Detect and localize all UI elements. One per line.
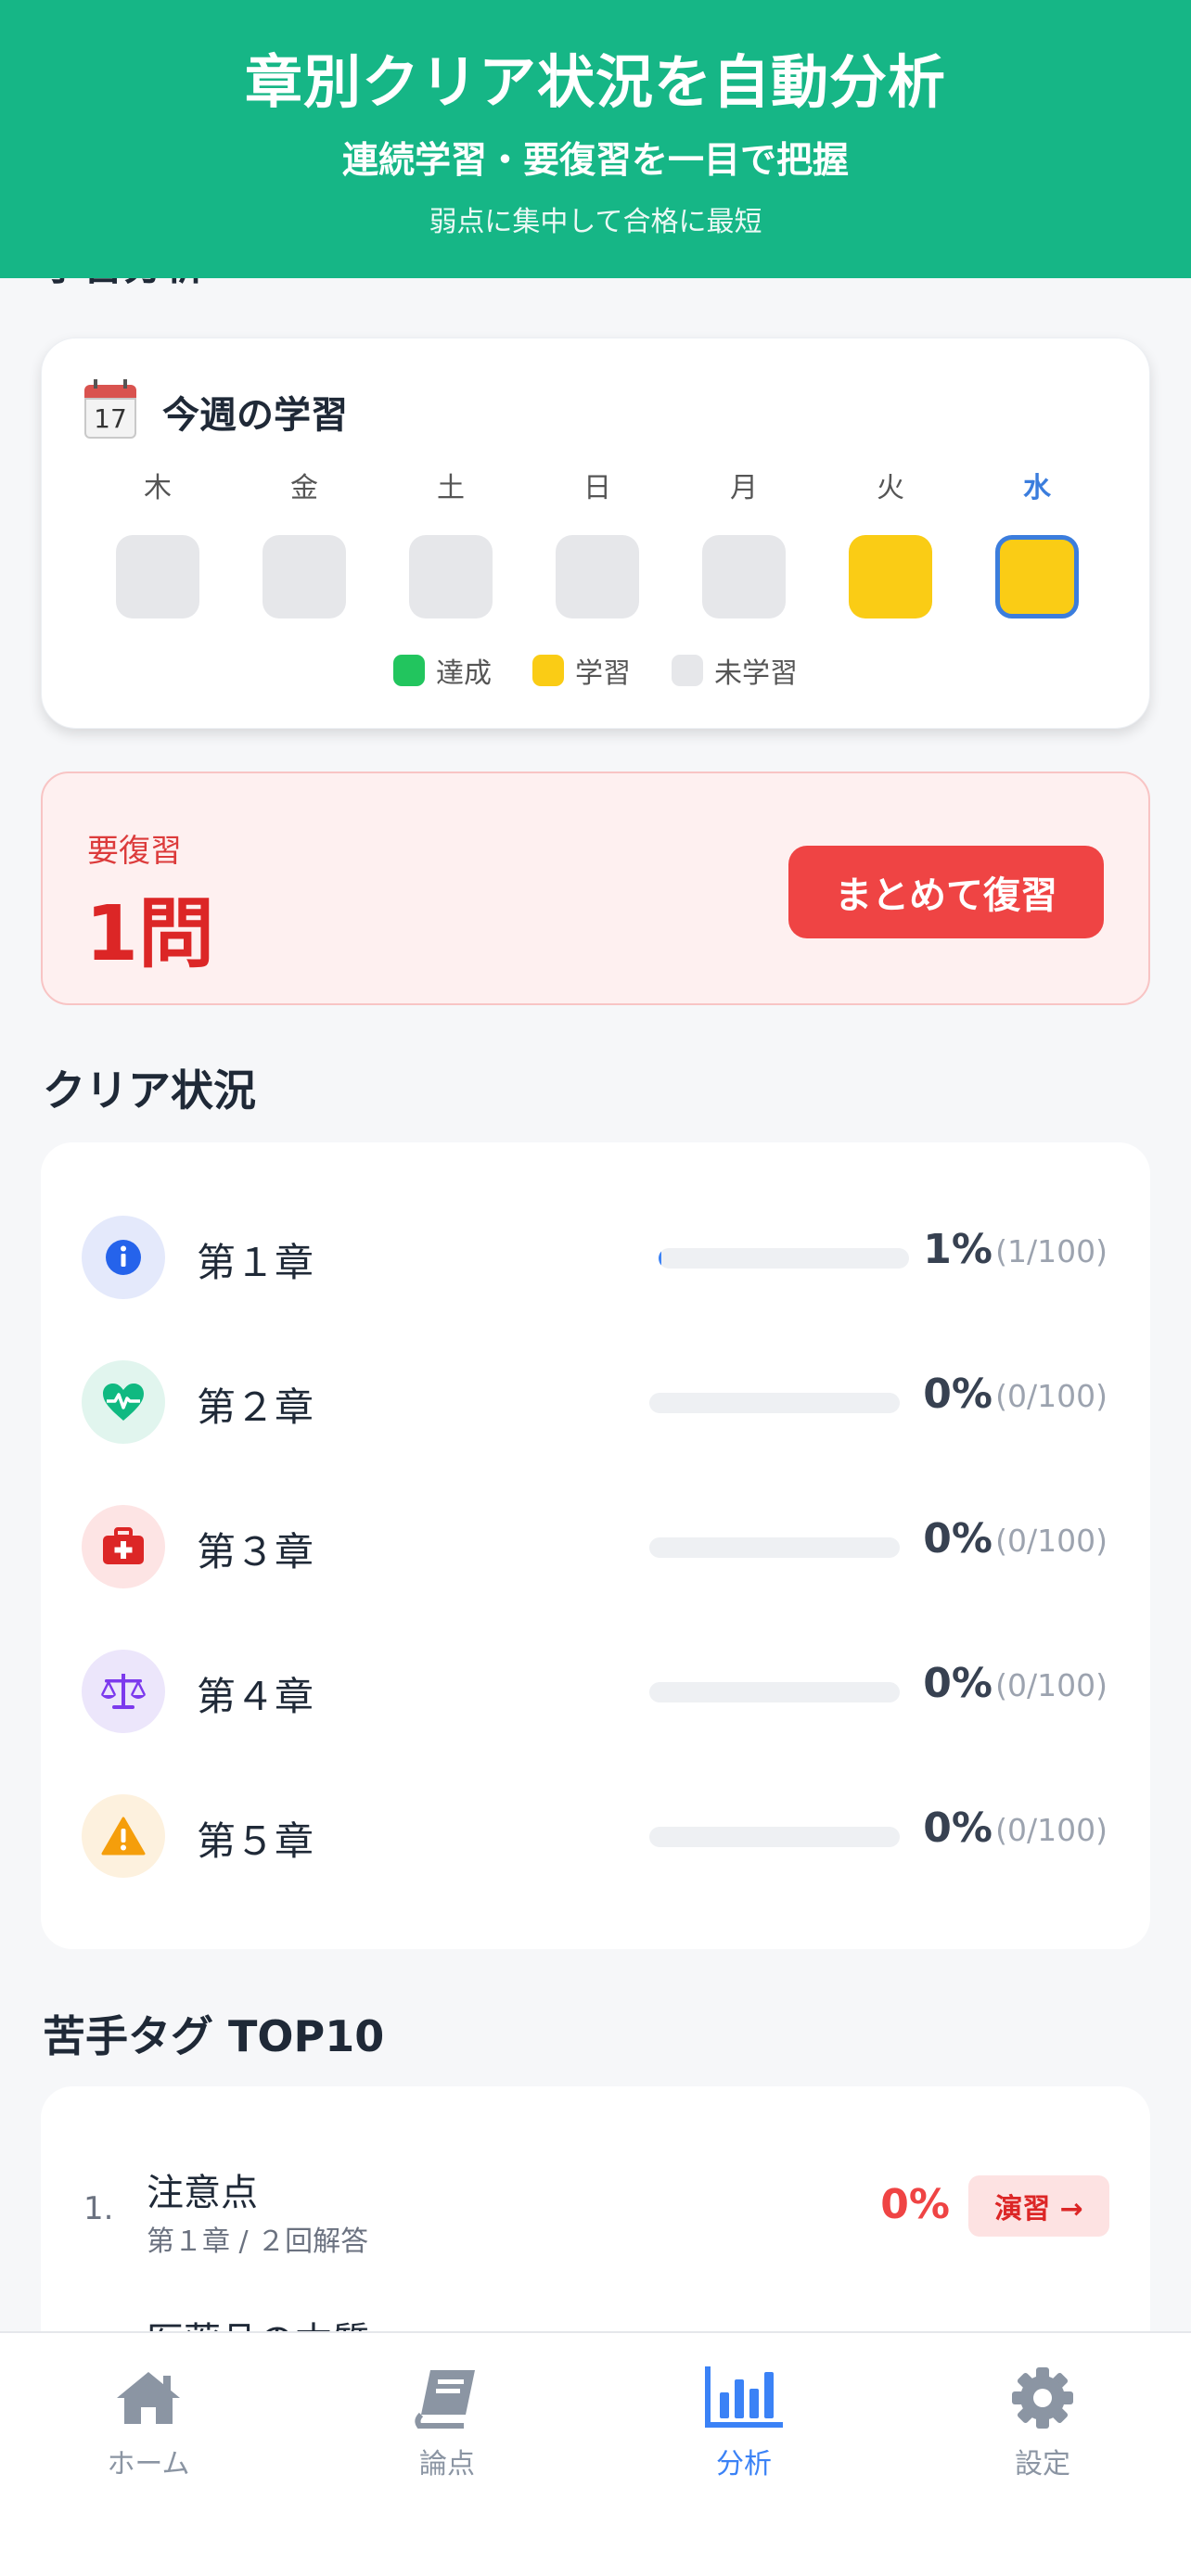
day-status-box	[702, 535, 786, 618]
home-icon	[56, 2361, 241, 2435]
legend-swatch	[393, 655, 425, 686]
review-all-button[interactable]: まとめて復習	[788, 846, 1104, 938]
practice-button[interactable]: 演習 →	[968, 2175, 1109, 2237]
medical-kit-icon	[82, 1505, 165, 1588]
chapter-row-2[interactable]: 第２章 0% (0/100)	[41, 1330, 1150, 1474]
review-count: 1問	[85, 890, 215, 978]
nav-topics[interactable]: 論点	[354, 2361, 540, 2481]
weekly-study-header: 17 今週の学習	[84, 379, 348, 440]
weekly-study-title: 今週の学習	[162, 394, 348, 437]
weak-tags-title: 苦手タグ TOP10	[43, 2011, 385, 2061]
progress-bar	[649, 1393, 900, 1413]
day-status-box	[995, 535, 1079, 618]
legend-label: 達成	[436, 657, 492, 690]
chapter-percent: 0%	[923, 1804, 992, 1852]
legend-label: 未学習	[714, 657, 798, 690]
chapter-name: 第４章	[197, 1674, 314, 1719]
day-label: 日	[583, 472, 611, 504]
legend-studied: 学習	[532, 650, 631, 691]
day-thu[interactable]: 木	[116, 468, 199, 618]
day-fri[interactable]: 金	[263, 468, 346, 618]
chapter-count: (0/100)	[995, 1667, 1108, 1703]
nav-label: 分析	[716, 2448, 772, 2480]
legend-not-studied: 未学習	[672, 650, 798, 691]
chapter-count: (0/100)	[995, 1378, 1108, 1414]
day-status-box	[849, 535, 932, 618]
app-screen: 章別クリア状況を自動分析 連続学習・要復習を一目で把握 弱点に集中して合格に最短…	[0, 0, 1191, 2576]
chapter-row-1[interactable]: 第１章 1% (1/100)	[41, 1185, 1150, 1330]
chapter-percent: 0%	[923, 1515, 992, 1562]
progress-bar	[649, 1682, 900, 1702]
nav-settings[interactable]: 設定	[950, 2361, 1135, 2481]
nav-home[interactable]: ホーム	[56, 2361, 241, 2481]
day-sat[interactable]: 土	[409, 468, 493, 618]
day-label: 水	[1023, 472, 1051, 504]
nav-label: 論点	[419, 2448, 475, 2480]
chapter-name: 第３章	[197, 1529, 314, 1575]
legend-achieved: 達成	[393, 650, 492, 691]
chapter-list: 第１章 1% (1/100) 第２章 0% (0/100) 第３章 0% (0/…	[41, 1142, 1150, 1949]
day-tue[interactable]: 火	[849, 468, 932, 618]
chapter-count: (0/100)	[995, 1523, 1108, 1559]
info-icon	[82, 1216, 165, 1299]
chapter-percent: 1%	[923, 1226, 992, 1273]
heartbeat-icon	[82, 1360, 165, 1444]
day-status-box	[116, 535, 199, 618]
day-status-box	[409, 535, 493, 618]
bottom-navigation: ホーム 論点 分析 設定	[0, 2331, 1191, 2576]
chapter-percent: 0%	[923, 1371, 992, 1418]
legend-swatch	[532, 655, 564, 686]
promo-banner: 章別クリア状況を自動分析 連続学習・要復習を一目で把握 弱点に集中して合格に最短	[0, 0, 1191, 278]
day-label: 土	[437, 472, 465, 504]
chapter-row-3[interactable]: 第３章 0% (0/100)	[41, 1474, 1150, 1619]
tag-name: 注意点	[147, 2172, 258, 2214]
scale-icon	[82, 1650, 165, 1733]
nav-analysis[interactable]: 分析	[651, 2361, 837, 2481]
legend-label: 学習	[575, 657, 631, 690]
chapter-count: (1/100)	[995, 1233, 1108, 1269]
legend-swatch	[672, 655, 703, 686]
banner-title: 章別クリア状況を自動分析	[244, 48, 946, 116]
warning-icon	[82, 1794, 165, 1878]
chapter-percent: 0%	[923, 1660, 992, 1707]
tag-rank: 1.	[83, 2190, 114, 2227]
day-sun[interactable]: 日	[556, 468, 639, 618]
day-label: 火	[877, 472, 904, 504]
chapter-row-4[interactable]: 第４章 0% (0/100)	[41, 1619, 1150, 1764]
banner-tagline: 弱点に集中して合格に最短	[429, 206, 762, 238]
week-legend: 達成 学習 未学習	[42, 650, 1149, 691]
day-wed-today[interactable]: 水	[995, 468, 1079, 618]
day-label: 木	[144, 472, 172, 504]
weak-tag-row-1[interactable]: 1. 注意点 第１章 / ２回解答 0% 演習 →	[41, 2133, 1150, 2272]
progress-bar	[649, 1827, 900, 1847]
chapter-name: 第２章	[197, 1384, 314, 1430]
nav-label: 設定	[1015, 2448, 1070, 2480]
chapter-name: 第１章	[197, 1240, 314, 1285]
chapter-count: (0/100)	[995, 1812, 1108, 1848]
chapter-name: 第５章	[197, 1818, 314, 1864]
calendar-icon: 17	[84, 379, 136, 439]
chapter-row-5[interactable]: 第５章 0% (0/100)	[41, 1764, 1150, 1908]
clear-status-title: クリア状況	[43, 1065, 256, 1116]
bar-chart-icon	[651, 2361, 837, 2435]
gear-icon	[950, 2361, 1135, 2435]
banner-subtitle: 連続学習・要復習を一目で把握	[341, 140, 849, 182]
day-label: 金	[290, 472, 318, 504]
review-label: 要復習	[87, 833, 182, 870]
day-status-box	[556, 535, 639, 618]
tag-detail: 第１章 / ２回解答	[147, 2225, 369, 2258]
nav-label: ホーム	[107, 2448, 190, 2480]
day-status-box	[263, 535, 346, 618]
progress-bar	[649, 1537, 900, 1558]
tag-percent: 0%	[880, 2181, 950, 2228]
day-mon[interactable]: 月	[702, 468, 786, 618]
day-label: 月	[730, 472, 758, 504]
book-icon	[354, 2361, 540, 2435]
weekly-study-card: 17 今週の学習 木 金 土 日 月 火 水 達成 学習 未学習	[41, 338, 1150, 729]
review-needed-card: 要復習 1問 まとめて復習	[41, 772, 1150, 1005]
progress-fill	[659, 1248, 661, 1269]
week-days: 木 金 土 日 月 火 水	[116, 468, 1081, 618]
progress-bar	[659, 1248, 909, 1269]
